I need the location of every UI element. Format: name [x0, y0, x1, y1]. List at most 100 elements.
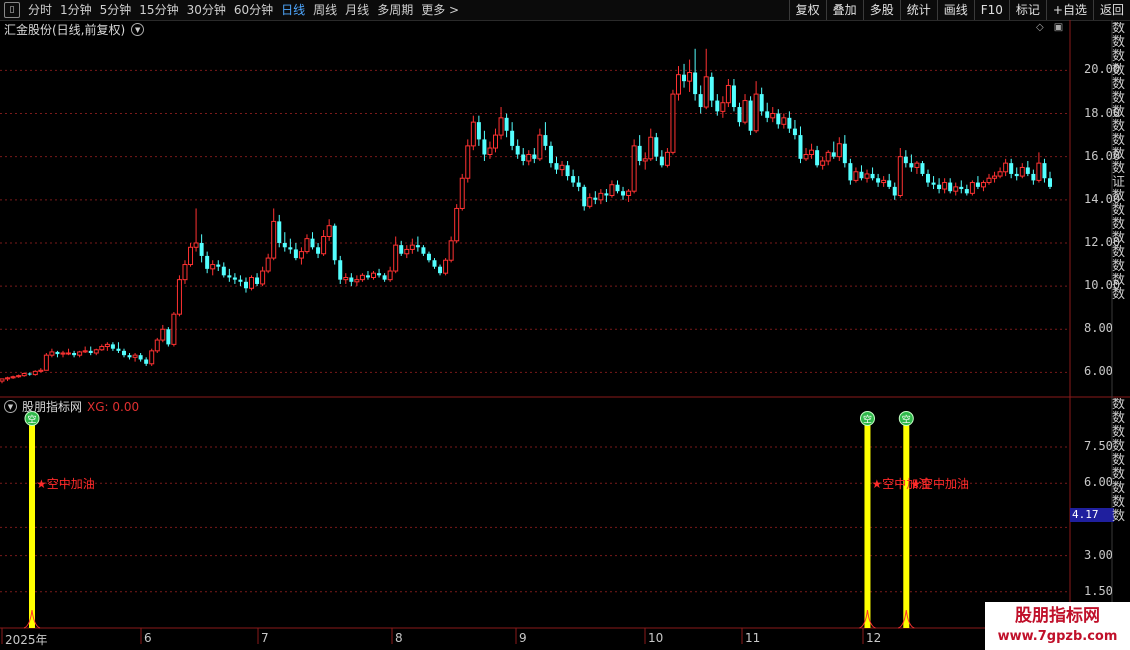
candle-body — [776, 113, 781, 125]
candle-body — [876, 178, 881, 183]
candle-body — [27, 373, 32, 375]
candle-body — [948, 182, 953, 192]
candle-body — [969, 182, 975, 194]
candle-body — [21, 373, 27, 377]
candle-body — [798, 135, 803, 159]
candle-body — [443, 259, 449, 274]
candle-body — [482, 139, 487, 155]
candle-body — [110, 344, 115, 349]
candle-body — [60, 352, 66, 355]
candle-body — [38, 369, 44, 372]
candle-body — [654, 137, 659, 157]
candle-body — [144, 359, 149, 364]
candle-body — [249, 276, 255, 289]
candle-body — [182, 264, 188, 281]
candle-body — [476, 122, 481, 140]
candle-body — [848, 163, 853, 181]
candle-body — [221, 266, 226, 276]
candle-body — [349, 277, 354, 282]
candle-body — [493, 134, 499, 149]
candle-body — [986, 177, 992, 184]
candle-body — [265, 257, 271, 272]
candle-body — [720, 102, 726, 112]
candle-body — [637, 145, 642, 161]
candle-body — [504, 117, 509, 131]
candle-body — [787, 117, 792, 129]
candle-body — [199, 242, 204, 256]
candle-body — [99, 346, 105, 351]
signal-marker-label: 空 — [863, 413, 872, 425]
candle-body — [881, 179, 887, 184]
candle-body — [548, 145, 553, 164]
candle-body — [293, 249, 298, 259]
candle-body — [55, 351, 60, 355]
candle-body — [487, 147, 493, 156]
candle-body — [887, 180, 892, 187]
date-tick-label: 11 — [745, 631, 761, 645]
candle-body — [587, 197, 593, 207]
candle-body — [1019, 166, 1025, 177]
candle-body — [964, 189, 969, 194]
candle-body — [454, 207, 460, 242]
candle-body — [432, 260, 437, 267]
candle-body — [742, 100, 748, 123]
candle-body — [703, 76, 709, 108]
candle-body — [338, 260, 343, 280]
kline-chart[interactable]: 空空空 — [0, 0, 1130, 650]
chevron-down-icon[interactable]: ▼ — [4, 400, 17, 413]
candle-body — [820, 160, 826, 166]
candle-body — [975, 182, 980, 187]
candle-body — [116, 348, 121, 351]
candle-body — [953, 186, 959, 192]
candle-body — [216, 264, 221, 267]
candle-body — [304, 238, 310, 253]
candle-body — [282, 242, 287, 248]
side-panel-strip[interactable]: 数数数数数数数数数数数证数数数数数数数数 — [1112, 22, 1130, 394]
candle-body — [310, 238, 315, 248]
candle-body — [354, 279, 360, 283]
price-tick-label: 6.00 — [1084, 364, 1113, 379]
candle-body — [670, 93, 676, 153]
candle-body — [288, 247, 293, 250]
candle-body — [659, 156, 664, 166]
candle-body — [16, 375, 22, 378]
candle-body — [255, 277, 260, 284]
candle-body — [316, 247, 321, 254]
candle-body — [510, 130, 515, 146]
candle-body — [753, 93, 759, 132]
candle-body — [72, 353, 77, 356]
candle-body — [243, 281, 248, 289]
candle-body — [571, 176, 576, 183]
candle-body — [470, 121, 476, 147]
candle-body — [421, 247, 426, 254]
date-tick-label: 8 — [395, 631, 403, 645]
candle-body — [870, 173, 875, 179]
indicator-side-strip[interactable]: 数数数数数数数数数 — [1112, 398, 1130, 598]
candle-body — [770, 113, 776, 119]
candle-body — [32, 370, 38, 376]
candle-body — [166, 329, 171, 345]
candle-body — [909, 163, 914, 168]
indicator-name: 股朋指标网 — [22, 400, 83, 414]
candle-body — [698, 94, 703, 108]
candle-body — [664, 151, 670, 166]
candle-body — [997, 171, 1003, 177]
candle-body — [377, 273, 382, 276]
candle-body — [803, 154, 809, 160]
candle-body — [149, 350, 155, 365]
candle-body — [675, 74, 681, 95]
date-tick-label: 2025年 — [5, 633, 48, 647]
candle-body — [937, 184, 942, 190]
candle-body — [521, 154, 526, 161]
watermark-url: www.7gpzb.com — [997, 629, 1118, 644]
candle-body — [853, 171, 859, 181]
candle-body — [892, 186, 897, 196]
candle-body — [825, 151, 831, 162]
indicator-tick-label: 3.00 — [1084, 547, 1113, 562]
candle-body — [748, 100, 753, 131]
candle-body — [920, 163, 925, 174]
candle-body — [371, 272, 377, 278]
candle-body — [537, 134, 543, 160]
candle-body — [809, 149, 815, 156]
candle-body — [43, 354, 49, 371]
